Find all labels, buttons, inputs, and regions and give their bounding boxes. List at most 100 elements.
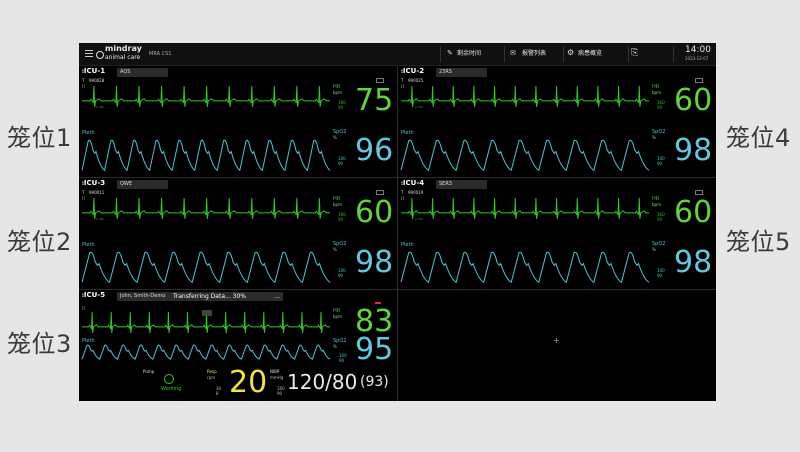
spo2-low-limit: 90 [339, 358, 345, 363]
ecg-scale-label: 1 mV [96, 217, 104, 221]
spo2-unit: % [333, 135, 337, 140]
hr-unit: bpm [333, 202, 342, 207]
spo2-low-limit: 90 [338, 273, 344, 278]
empty-bed-slot[interactable]: + [398, 290, 716, 401]
waveform-trace [81, 344, 331, 360]
patient-id: 990028 [89, 78, 105, 83]
patient-id-icon: T [82, 78, 85, 83]
spo2-value: 98 [355, 245, 394, 280]
resp-unit: rpm [207, 375, 216, 380]
patient-name-box: SER3 [436, 180, 487, 189]
waveform-trace [81, 251, 331, 284]
pleth-label: Pleth [82, 242, 95, 248]
spo2-low-limit: 90 [338, 161, 344, 166]
waveform-trace [82, 85, 330, 107]
remaining-time-button[interactable]: ✎ 剩余时间 [444, 43, 504, 65]
resp-label: Resp [207, 369, 217, 374]
pleth-waveform [81, 251, 331, 284]
nibp-low-limit: 90 [277, 391, 283, 396]
patient-id: 990019 [408, 190, 424, 195]
hr-value: 75 [355, 83, 394, 118]
alarm-list-button[interactable]: ✉ 报警列表 [507, 43, 567, 65]
patient-overview-button[interactable]: ⚙ 病患概览 [565, 43, 627, 65]
pleth-waveform [400, 139, 650, 172]
patient-id: 990025 [408, 78, 424, 83]
spo2-value: 98 [674, 133, 713, 168]
waveform-marker-icon [202, 310, 212, 316]
hr-low-limit: 50 [657, 217, 663, 222]
bed-label: ⁝ICU-2 [401, 67, 425, 75]
bed-panel-icu-3[interactable]: ⁝ICU-3 QWE 990011 T II 1 mV Pleth HR bpm… [79, 178, 397, 289]
export-icon: ⎘ [631, 48, 639, 58]
bed-label: ⁝ICU-1 [82, 67, 106, 75]
spo2-value: 96 [355, 133, 394, 168]
export-button[interactable]: ⎘ [631, 47, 643, 60]
cage-label-5: 笼位5 [726, 228, 791, 256]
menu-icon[interactable] [85, 50, 93, 57]
spo2-unit: % [652, 247, 656, 252]
bed-panel-icu-1[interactable]: ⁝ICU-1 AQS 990028 T II 1 mV Pleth HR bpm… [79, 66, 397, 177]
bed-panel-icu-5[interactable]: ⁝ICU-5 John, Smith-Demo Transferring Dat… [79, 290, 397, 401]
pleth-label: Pleth [82, 130, 95, 136]
timer-icon: ✎ [447, 49, 453, 57]
waveform-trace [400, 251, 650, 284]
hr-unit: bpm [652, 202, 661, 207]
spo2-low-limit: 90 [657, 161, 663, 166]
pump-status: Working [161, 386, 182, 392]
spo2-unit: % [333, 247, 337, 252]
device-name: MRA CS1 [149, 51, 172, 57]
resp-low-limit: 8 [216, 391, 219, 396]
hr-unit: bpm [333, 90, 342, 95]
spo2-unit: % [333, 344, 337, 349]
pleth-label: Pleth [401, 242, 414, 248]
spo2-unit: % [652, 135, 656, 140]
cage-label-2: 笼位2 [7, 228, 72, 256]
patient-name-box: 23RS [436, 68, 487, 77]
waveform-trace [81, 139, 331, 172]
gear-icon: ⚙ [567, 48, 575, 57]
patient-id-icon: T [401, 190, 404, 195]
pump-drop-icon[interactable] [164, 374, 174, 384]
hr-low-limit: 50 [338, 217, 344, 222]
bed-label: ⁝ICU-3 [82, 179, 106, 187]
nibp-unit: mmHg [270, 375, 284, 380]
cage-label-3: 笼位3 [7, 330, 72, 358]
remaining-time-label: 剩余时间 [457, 50, 482, 57]
central-monitor-screen: mindray animal care MRA CS1 ✎ 剩余时间 ✉ 报警列… [79, 43, 716, 401]
pleth-waveform [400, 251, 650, 284]
patient-id-icon: T [401, 78, 404, 83]
brand-logo-icon [96, 51, 104, 59]
pleth-waveform [81, 139, 331, 172]
ecg-waveform [82, 85, 330, 107]
cage-label-1: 笼位1 [7, 124, 72, 152]
bed-panel-icu-2[interactable]: ⁝ICU-2 23RS 990025 T II 1 mV Pleth HR bp… [398, 66, 716, 177]
patient-name-box: AQS [117, 68, 168, 77]
waveform-trace [400, 139, 650, 172]
spo2-value: 98 [674, 245, 713, 280]
pleth-label: Pleth [401, 130, 414, 136]
hr-low-limit: 50 [657, 105, 663, 110]
pump-label: Pump [143, 369, 155, 374]
add-bed-icon[interactable]: + [553, 336, 560, 345]
alarm-icon: ✉ [510, 49, 516, 57]
hr-value: 60 [674, 195, 713, 230]
ecg-scale-label: 1 mV [96, 105, 104, 109]
ecg-waveform [401, 197, 649, 219]
pleth-waveform [81, 344, 331, 360]
bed-label: ⁝ICU-5 [82, 291, 106, 299]
patient-id-icon: T [82, 190, 85, 195]
waveform-trace [82, 197, 330, 219]
bed-panel-icu-4[interactable]: ⁝ICU-4 SER3 990019 T II 1 mV Pleth HR bp… [398, 178, 716, 289]
bed-label: ⁝ICU-4 [401, 179, 425, 187]
ecg-waveform [82, 197, 330, 219]
patient-overview-label: 病患概览 [578, 50, 603, 57]
hr-value: 60 [355, 195, 394, 230]
top-bar: mindray animal care MRA CS1 ✎ 剩余时间 ✉ 报警列… [79, 43, 716, 66]
ecg-scale-label: 1 mV [415, 217, 423, 221]
hr-value: 60 [674, 83, 713, 118]
ecg-waveform [401, 85, 649, 107]
alarm-list-label: 报警列表 [522, 50, 547, 57]
resp-value: 20 [229, 365, 268, 400]
spo2-value: 95 [355, 332, 394, 367]
patient-name-box: QWE [117, 180, 168, 189]
